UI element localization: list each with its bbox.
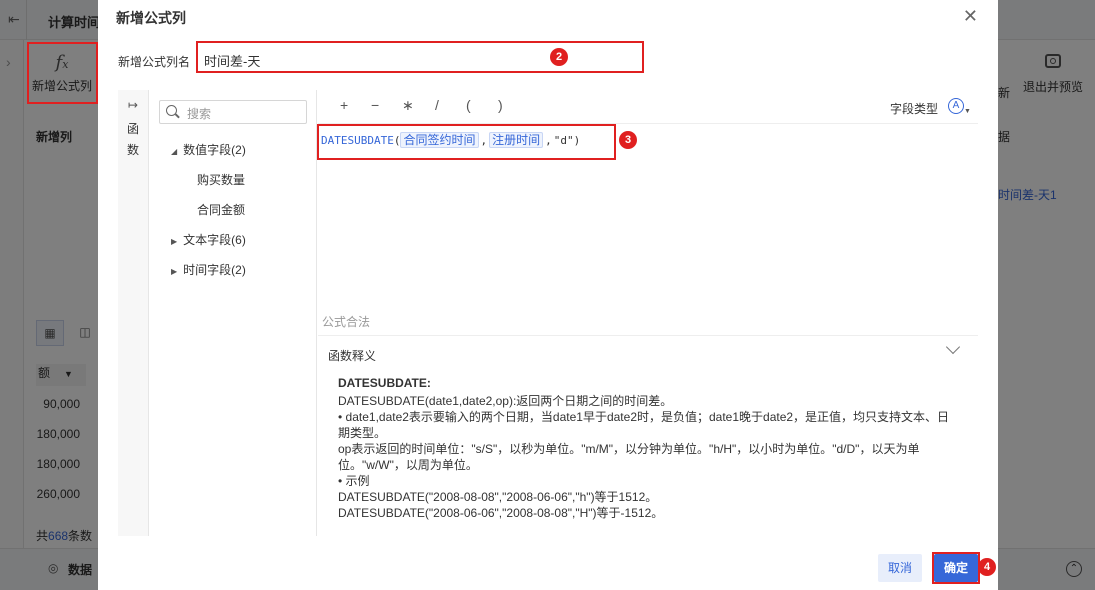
close-paren-operator[interactable]: ) — [498, 97, 503, 113]
expanded-caret-icon: ◢ — [171, 147, 178, 156]
help-line: DATESUBDATE(date1,date2,op):返回两个日期之间的时间差… — [338, 394, 673, 408]
dialog-title: 新增公式列 — [116, 10, 186, 26]
expand-panel-icon[interactable]: ↦ — [118, 98, 148, 112]
minus-operator[interactable]: − — [371, 97, 379, 113]
multiply-operator[interactable]: ∗ — [402, 97, 414, 114]
tree-field-item[interactable]: 购买数量 — [197, 171, 245, 188]
field-panel: 搜索 ◢ 数值字段(2) 购买数量 合同金额 ▶ 文本字段(6) ▶ 时间字段(2) — [149, 90, 317, 536]
help-line: op表示返回的时间单位："s/S"，以秒为单位。"m/M"，以分钟为单位。"h/… — [338, 442, 920, 456]
collapsed-caret-icon: ▶ — [171, 267, 178, 276]
annotation-box-1 — [27, 42, 98, 104]
annotation-badge-4: 4 — [978, 558, 996, 576]
function-tab-char: 数 — [126, 143, 139, 157]
field-type-icon[interactable]: A — [948, 98, 964, 114]
cancel-button[interactable]: 取消 — [878, 554, 922, 582]
formula-valid-text: 公式合法 — [322, 315, 371, 329]
help-line: 位。"w/W"，以周为单位。 — [338, 458, 478, 472]
tree-group-time[interactable]: ▶ 时间字段(2) — [171, 261, 246, 278]
open-paren-operator[interactable]: ( — [466, 97, 471, 113]
annotation-box-3 — [317, 124, 616, 160]
collapsed-caret-icon: ▶ — [171, 237, 178, 246]
chevron-down-icon[interactable] — [945, 339, 961, 355]
help-line: • 示例 — [338, 474, 370, 488]
name-input-value: 时间差-天 — [204, 54, 261, 69]
help-line: • date1,date2表示要输入的两个日期，当date1早于date2时，是… — [338, 410, 950, 424]
search-input[interactable]: 搜索 — [159, 100, 307, 124]
dropdown-caret-icon[interactable]: ▼ — [964, 108, 971, 115]
function-tab[interactable]: ↦ 函 数 — [118, 90, 149, 536]
search-placeholder: 搜索 — [187, 107, 212, 121]
field-type-label: 字段类型 — [890, 102, 939, 116]
help-line: 期类型。 — [338, 426, 387, 440]
plus-operator[interactable]: + — [340, 97, 348, 113]
help-header[interactable]: 函数释义 — [318, 336, 978, 372]
divide-operator[interactable]: / — [435, 97, 439, 113]
tree-group-numeric[interactable]: ◢ 数值字段(2) — [171, 141, 246, 158]
tree-field-item[interactable]: 合同金额 — [197, 201, 245, 218]
function-tab-char: 函 — [126, 122, 139, 136]
name-label: 新增公式列名 — [118, 55, 191, 69]
close-icon[interactable]: ✕ — [963, 6, 978, 27]
help-title: 函数释义 — [328, 349, 377, 363]
tree-group-text[interactable]: ▶ 文本字段(6) — [171, 231, 246, 248]
editor-toolbar — [318, 90, 978, 124]
annotation-box-4 — [932, 552, 980, 584]
annotation-badge-3: 3 — [619, 131, 637, 149]
help-line: DATESUBDATE("2008-08-08","2008-06-06","h… — [338, 490, 658, 504]
help-line: DATESUBDATE("2008-06-06","2008-08-08","H… — [338, 506, 664, 520]
help-heading: DATESUBDATE: — [338, 376, 431, 390]
name-input[interactable]: 时间差-天 — [196, 41, 644, 73]
annotation-badge-2: 2 — [550, 48, 568, 66]
